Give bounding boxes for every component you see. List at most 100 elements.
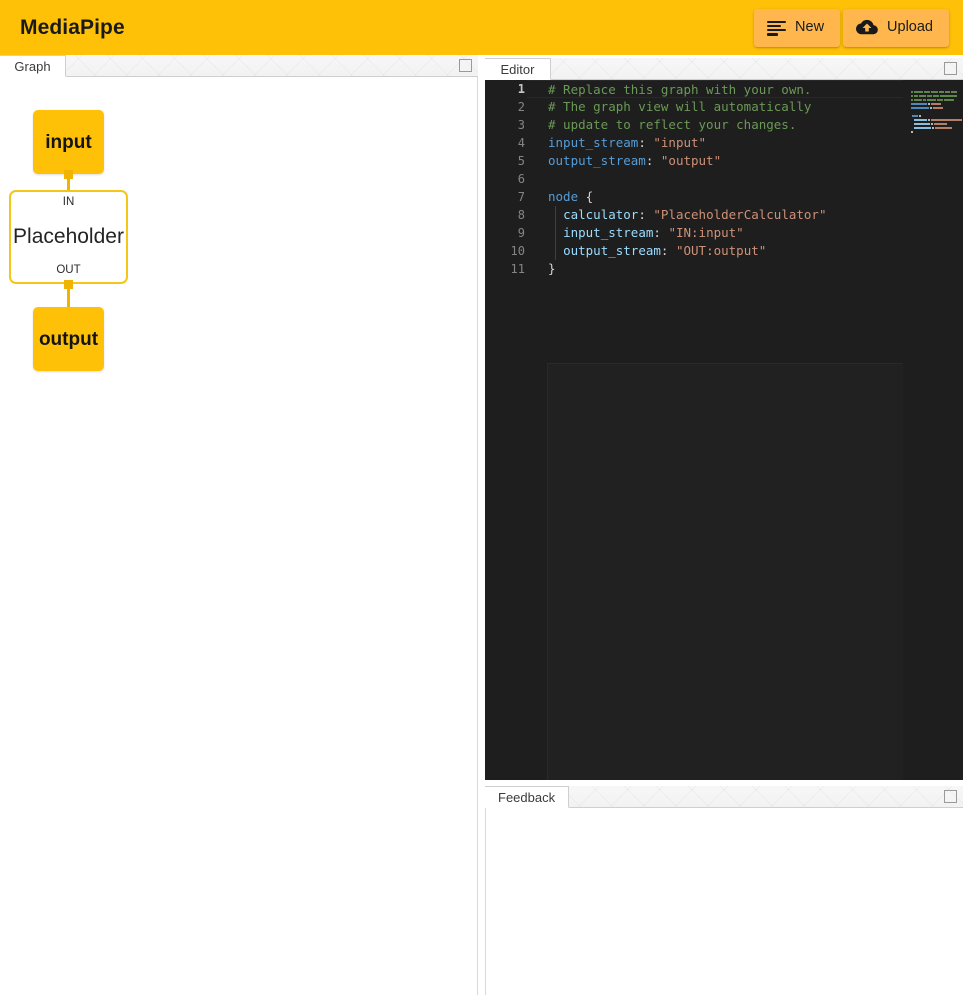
line-number: 4: [485, 136, 527, 150]
line-number: 8: [485, 208, 527, 222]
code-line[interactable]: 10 output_stream: "OUT:output": [485, 242, 963, 260]
minimap-token: [931, 103, 940, 105]
editor-minimap[interactable]: [903, 80, 963, 780]
code-editor[interactable]: 1 # Replace this graph with your own. 2 # T…: [485, 80, 963, 780]
minimap-token: [912, 115, 917, 117]
minimap-token: [919, 95, 926, 97]
code-line[interactable]: 9 input_stream: "IN:input": [485, 224, 963, 242]
new-button-label: New: [795, 20, 824, 35]
minimap-token: [911, 99, 913, 101]
line-number: 11: [485, 262, 527, 276]
code-token: # Replace this graph with your own.: [548, 82, 811, 97]
code-token: :: [638, 207, 653, 222]
feedback-maximize-icon[interactable]: [944, 790, 957, 803]
code-line-source: input_stream: "input": [527, 134, 963, 152]
line-number: 2: [485, 100, 527, 114]
minimap-token: [933, 95, 938, 97]
minimap-token: [914, 95, 918, 97]
tab-editor[interactable]: Editor: [485, 58, 551, 80]
app-header: MediaPipe New Upload: [0, 0, 963, 55]
minimap-token: [919, 115, 921, 117]
code-line-source: # The graph view will automatically: [527, 98, 963, 116]
feedback-tabbar: Feedback: [485, 786, 963, 808]
code-line-source: input_stream: "IN:input": [527, 224, 963, 242]
code-token: "IN:input": [668, 225, 743, 240]
minimap-token: [914, 127, 932, 129]
minimap-token: [923, 99, 926, 101]
code-token: # The graph view will automatically: [548, 99, 811, 114]
code-token: "output": [661, 153, 721, 168]
minimap-token: [924, 91, 929, 93]
minimap-token: [911, 131, 913, 133]
minimap-token: [930, 107, 932, 109]
upload-button[interactable]: Upload: [843, 9, 949, 47]
graph-node-output[interactable]: output: [33, 307, 104, 371]
indent-guide: [555, 224, 556, 242]
indent-guide: [555, 206, 556, 224]
code-line[interactable]: 8 calculator: "PlaceholderCalculator": [485, 206, 963, 224]
graph-node-placeholder-in-port: IN: [63, 197, 75, 209]
minimap-token: [937, 99, 942, 101]
minimap-token: [940, 95, 958, 97]
minimap-token: [951, 91, 956, 93]
code-line[interactable]: 4input_stream: "input": [485, 134, 963, 152]
indent-guide: [555, 242, 556, 260]
graph-canvas[interactable]: input IN Placeholder OUT output: [0, 77, 477, 995]
code-lines[interactable]: 1 # Replace this graph with your own. 2 # T…: [485, 80, 963, 278]
code-line[interactable]: 7node {: [485, 188, 963, 206]
editor-tabbar: Editor: [485, 58, 963, 80]
line-number: 7: [485, 190, 527, 204]
cloud-upload-icon: [856, 19, 878, 36]
editor-maximize-icon[interactable]: [944, 62, 957, 75]
minimap-token: [933, 107, 944, 109]
minimap-token: [911, 95, 913, 97]
code-token: # update to reflect your changes.: [548, 117, 796, 132]
horizontal-splitter[interactable]: [478, 55, 485, 995]
tab-feedback[interactable]: Feedback: [485, 786, 569, 808]
graph-node-input-label: input: [45, 133, 91, 152]
minimap-token: [927, 95, 932, 97]
line-number: 9: [485, 226, 527, 240]
code-line[interactable]: 11}: [485, 260, 963, 278]
line-number: 5: [485, 154, 527, 168]
code-token: "PlaceholderCalculator": [653, 207, 826, 222]
line-number: 3: [485, 118, 527, 132]
graph-panel: Graph input IN Placeholder OUT output: [0, 55, 478, 995]
code-line[interactable]: 2 # The graph view will automatically: [485, 98, 963, 116]
minimap-token: [931, 91, 938, 93]
minimap-token: [927, 99, 936, 101]
new-button[interactable]: New: [754, 9, 840, 47]
graph-node-placeholder-out-port: OUT: [56, 265, 80, 277]
minimap-token: [914, 99, 922, 101]
graph-node-output-label: output: [39, 330, 98, 349]
code-line[interactable]: 5output_stream: "output": [485, 152, 963, 170]
app-title: MediaPipe: [20, 17, 125, 38]
graph-node-placeholder[interactable]: IN Placeholder OUT: [9, 190, 128, 284]
minimap-token: [934, 123, 948, 125]
code-token: "OUT:output": [676, 243, 766, 258]
tab-graph-label: Graph: [14, 59, 50, 74]
minimap-token: [911, 103, 927, 105]
code-line-source: # Replace this graph with your own.: [527, 80, 963, 98]
tab-graph[interactable]: Graph: [0, 55, 66, 77]
code-token: :: [653, 225, 668, 240]
list-lines-icon: [767, 21, 786, 35]
line-number: 10: [485, 244, 527, 258]
minimap-token: [945, 91, 950, 93]
code-token: input_stream: [563, 225, 653, 240]
code-line[interactable]: 3 # update to reflect your changes.: [485, 116, 963, 134]
minimap-token: [911, 91, 913, 93]
code-token: :: [661, 243, 676, 258]
code-token: {: [578, 189, 593, 204]
graph-tabbar: Graph: [0, 55, 478, 77]
line-number: 1: [485, 82, 527, 96]
code-line[interactable]: 1 # Replace this graph with your own.: [485, 80, 963, 98]
code-line[interactable]: 6: [485, 170, 963, 188]
feedback-content: [485, 808, 963, 995]
editor-content-background: [547, 363, 963, 780]
minimap-token: [911, 107, 929, 109]
minimap-token: [928, 119, 930, 121]
graph-node-input[interactable]: input: [33, 110, 104, 174]
upload-button-label: Upload: [887, 20, 933, 35]
graph-maximize-icon[interactable]: [459, 59, 472, 72]
